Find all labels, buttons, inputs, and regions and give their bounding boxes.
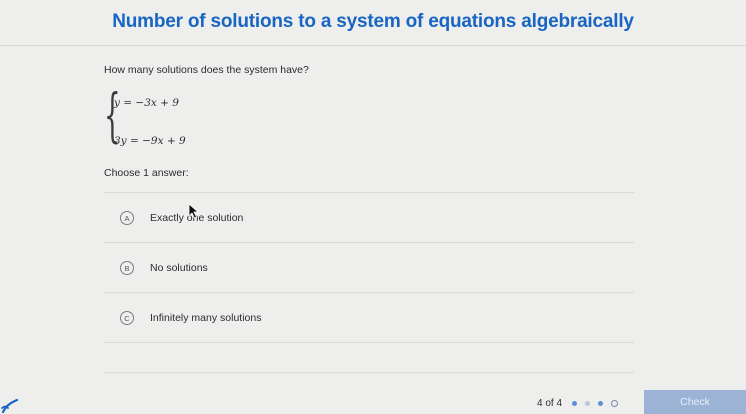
divider: [104, 342, 634, 343]
check-button[interactable]: Check: [644, 390, 746, 414]
divider: [104, 242, 634, 243]
question-prompt: How many solutions does the system have?: [104, 64, 309, 76]
answer-option-c[interactable]: C Infinitely many solutions: [104, 303, 634, 333]
progress-dot-1: [572, 401, 578, 406]
page-title: Number of solutions to a system of equat…: [112, 10, 634, 32]
divider: [104, 292, 634, 293]
option-letter-c: C: [120, 311, 134, 325]
option-label-c: Infinitely many solutions: [150, 312, 262, 324]
progress-indicator: 4 of 4: [537, 398, 626, 409]
equation-1: y = −3x + 9: [114, 97, 179, 109]
answer-option-b[interactable]: B No solutions: [104, 253, 634, 283]
answer-option-a[interactable]: A Exactly one solution: [104, 203, 634, 233]
divider: [104, 192, 634, 193]
equation-system: { y = −3x + 9 3y = −9x + 9: [104, 86, 224, 152]
equation-2: 3y = −9x + 9: [114, 135, 186, 147]
option-label-b: No solutions: [150, 262, 208, 274]
mouse-cursor-icon: [188, 203, 200, 219]
leaf-logo-icon: [1, 398, 19, 414]
progress-dot-2: [585, 401, 591, 406]
option-letter-a: A: [120, 211, 134, 225]
progress-text: 4 of 4: [537, 398, 563, 409]
progress-dot-3: [598, 401, 604, 406]
choose-label: Choose 1 answer:: [104, 167, 189, 179]
header-bar: Number of solutions to a system of equat…: [0, 0, 746, 46]
progress-dot-4: [611, 400, 619, 407]
divider: [104, 372, 634, 373]
option-letter-b: B: [120, 261, 134, 275]
